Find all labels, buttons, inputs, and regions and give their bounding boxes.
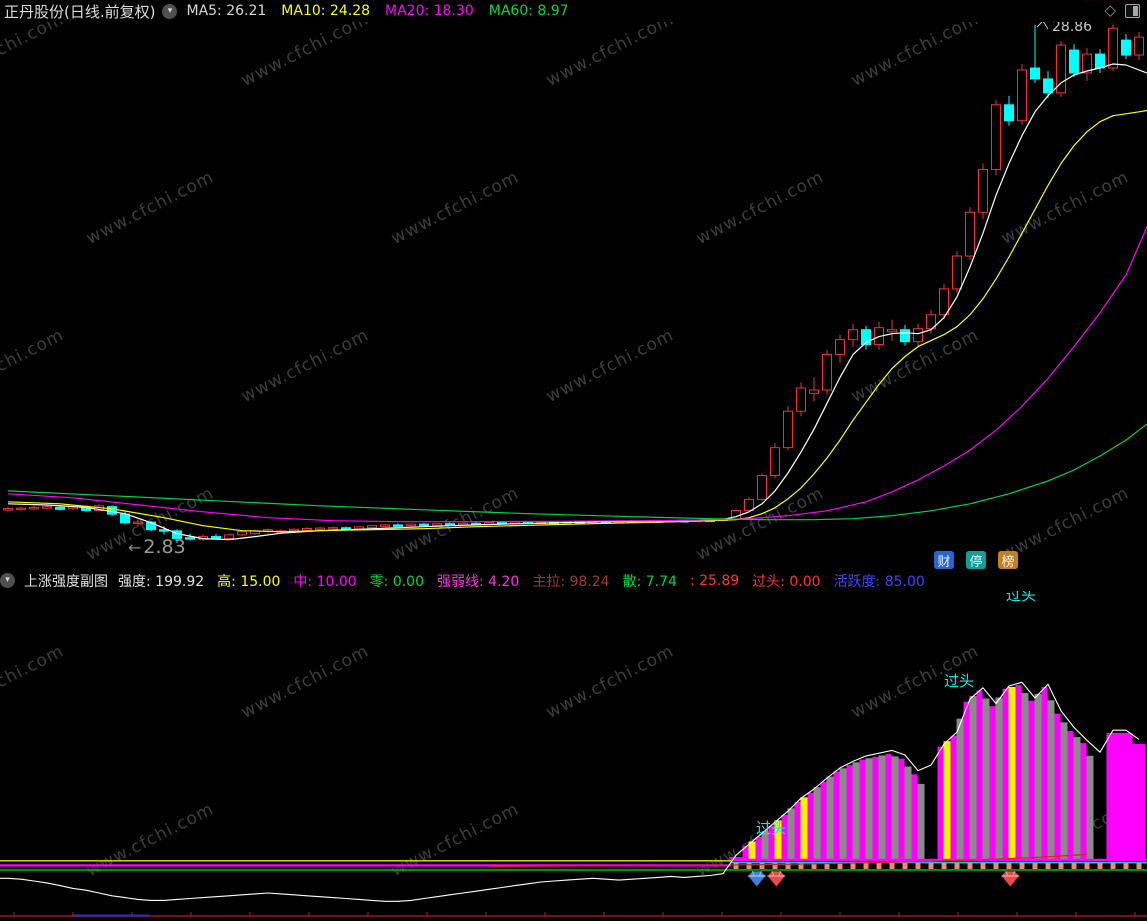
window-controls: ◇ xyxy=(1104,3,1140,18)
indicator-field: 过头: 0.00 xyxy=(752,573,821,590)
stock-title: 正丹股份(日线.前复权) xyxy=(4,2,156,21)
left-arrow-icon: ← xyxy=(128,537,142,557)
indicator-field: 零: 0.00 xyxy=(369,573,424,590)
overhead-annotation-3-text: 过头 xyxy=(1006,591,1037,604)
ma-value: MA20: 18.30 xyxy=(385,3,474,19)
low-price-value: 2.83 xyxy=(143,536,186,558)
collapse-chevron-icon[interactable]: ▾ xyxy=(162,3,178,19)
sub-collapse-chevron-icon[interactable]: ▾ xyxy=(0,573,15,588)
diamond-icon[interactable]: ◇ xyxy=(1104,3,1116,18)
badge-cai[interactable]: 财 xyxy=(934,551,954,570)
low-price-label: ← 2.83 xyxy=(128,536,186,558)
indicator-field: 活跃度: 85.00 xyxy=(833,573,925,590)
ma-value: MA60: 8.97 xyxy=(488,3,569,19)
ma-value: MA10: 24.28 xyxy=(281,3,371,19)
badge-bang[interactable]: 榜 xyxy=(998,551,1018,570)
overhead-annotation-1: 过头 xyxy=(756,819,787,837)
ma-value: MA5: 26.21 xyxy=(186,3,267,19)
chart-canvas[interactable] xyxy=(0,0,1147,921)
quick-badges: 财 停 榜 xyxy=(934,551,1018,570)
indicator-field: 主拉: 98.24 xyxy=(532,573,610,590)
indicator-field: : 25.89 xyxy=(689,572,740,589)
indicator-field: 高: 15.00 xyxy=(217,573,281,590)
overhead-annotation-2: 过头 xyxy=(944,672,975,690)
app-window: www.cfchi.com www.cfchi.com www.cfchi.com w… xyxy=(0,0,1147,921)
badge-ting[interactable]: 停 xyxy=(966,551,986,570)
sub-panel-header: ▾ 上涨强度副图 强度: 199.92 高: 15.00 中: 10.00 零: 0.… xyxy=(0,570,1147,591)
sub-panel-title: 上涨强度副图 xyxy=(24,573,108,590)
panel-layout-icon[interactable] xyxy=(1125,3,1140,18)
indicator-field: 强弱线: 4.20 xyxy=(437,573,520,590)
ma-legend: MA5: 26.21 MA10: 24.28 MA20: 18.30 MA60: 8.… xyxy=(186,3,583,19)
overhead-annotation-3-clipped: 过头 xyxy=(1006,591,1036,604)
main-chart-header: 正丹股份(日线.前复权) ▾ MA5: 26.21 MA10: 24.28 MA20… xyxy=(0,0,1147,22)
indicator-values: 强度: 199.92 高: 15.00 中: 10.00 零: 0.00 强弱线: 4.… xyxy=(118,571,938,591)
indicator-field: 中: 10.00 xyxy=(293,573,357,590)
indicator-field: 强度: 199.92 xyxy=(118,573,205,590)
indicator-field: 散: 7.74 xyxy=(622,573,677,590)
